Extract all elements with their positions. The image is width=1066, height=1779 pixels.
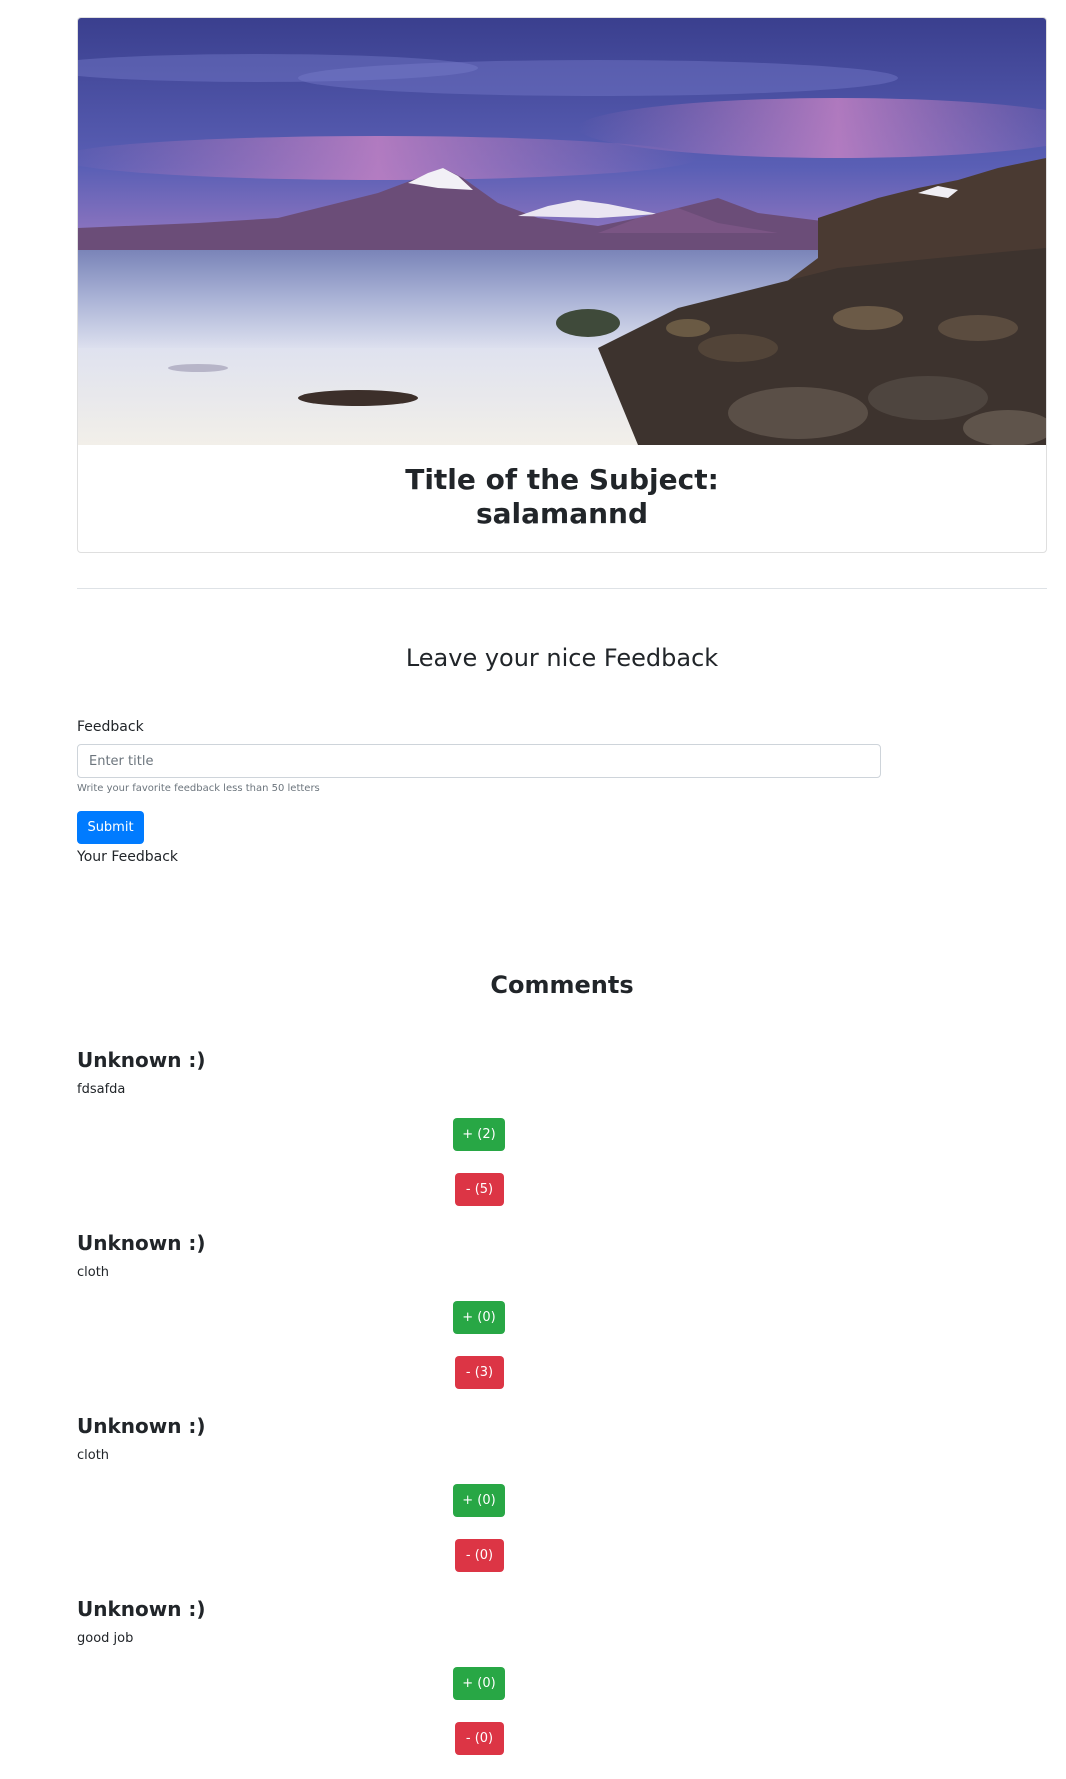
- comment-author: Unknown :): [77, 1597, 206, 1621]
- section-divider: [77, 588, 1047, 589]
- comment-text: cloth: [77, 1448, 110, 1463]
- comments-heading: Comments: [490, 971, 634, 999]
- downvote-button[interactable]: - (3): [455, 1356, 504, 1389]
- comment-text: fdsafda: [77, 1082, 126, 1097]
- submit-button[interactable]: Submit: [77, 811, 144, 844]
- comment-author: Unknown :): [77, 1414, 206, 1438]
- feedback-label: Feedback: [77, 719, 144, 735]
- comment-text: good job: [77, 1631, 134, 1646]
- subject-card: Title of the Subject: salamannd: [77, 17, 1047, 553]
- feedback-help-text: Write your favorite feedback less than 5…: [77, 783, 320, 794]
- downvote-button[interactable]: - (0): [455, 1539, 504, 1572]
- upvote-button[interactable]: + (0): [453, 1667, 505, 1700]
- comment-item: Unknown :) cloth + (0) - (3): [77, 1230, 1047, 1413]
- downvote-button[interactable]: - (0): [455, 1722, 504, 1755]
- comment-author: Unknown :): [77, 1231, 206, 1255]
- subject-title: Title of the Subject: salamannd: [78, 463, 1046, 531]
- hero-landscape-image: [78, 18, 1046, 445]
- your-feedback-label: Your Feedback: [77, 849, 179, 865]
- upvote-button[interactable]: + (0): [453, 1301, 505, 1334]
- upvote-button[interactable]: + (2): [453, 1118, 505, 1151]
- upvote-button[interactable]: + (0): [453, 1484, 505, 1517]
- comment-item: Unknown :) fdsafda + (2) - (5): [77, 1047, 1047, 1230]
- feedback-heading: Leave your nice Feedback: [405, 644, 719, 672]
- comment-text: cloth: [77, 1265, 110, 1280]
- comment-item: Unknown :) good job + (0) - (0): [77, 1596, 1047, 1779]
- comment-author: Unknown :): [77, 1048, 206, 1072]
- feedback-input[interactable]: [77, 744, 881, 778]
- subject-title-value: salamannd: [475, 497, 649, 530]
- downvote-button[interactable]: - (5): [455, 1173, 504, 1206]
- subject-title-label: Title of the Subject:: [405, 463, 719, 496]
- comment-item: Unknown :) cloth + (0) - (0): [77, 1413, 1047, 1596]
